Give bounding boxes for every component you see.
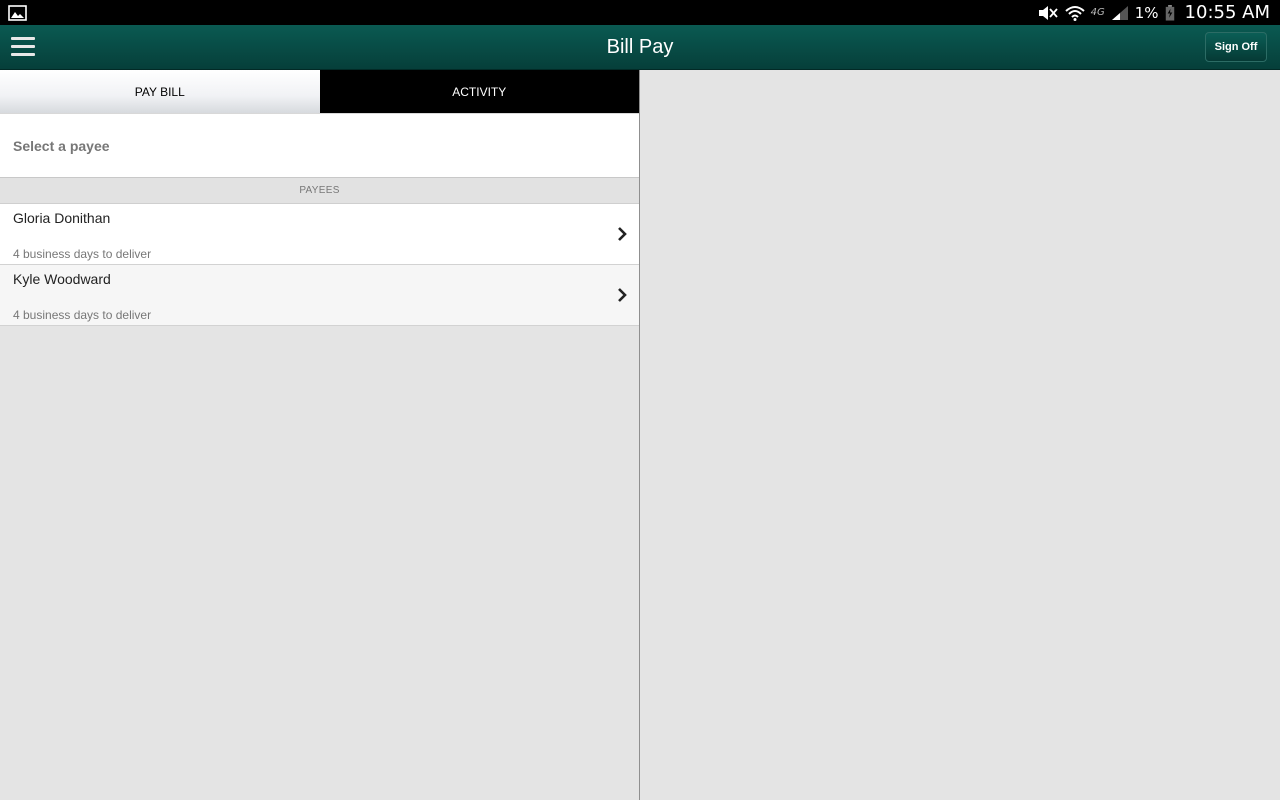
network-type-label: 4G (1090, 7, 1105, 18)
battery-icon (1165, 4, 1174, 21)
chevron-right-icon (618, 288, 627, 302)
clock: 10:55 AM (1184, 2, 1270, 23)
select-payee-label: Select a payee (13, 137, 110, 154)
detail-panel (641, 70, 1280, 800)
payee-name: Gloria Donithan (13, 210, 111, 226)
sign-off-button[interactable]: Sign Off (1205, 32, 1267, 62)
payees-section-header: PAYEES (0, 178, 639, 204)
chevron-right-icon (618, 227, 627, 241)
tab-pay-bill[interactable]: PAY BILL (0, 70, 320, 113)
tab-bar: PAY BILL ACTIVITY (0, 70, 639, 113)
hamburger-icon (11, 37, 35, 40)
signal-icon (1111, 5, 1128, 20)
payee-row-gloria-donithan[interactable]: Gloria Donithan 4 business days to deliv… (0, 204, 639, 265)
select-payee-row: Select a payee (0, 113, 639, 178)
menu-button[interactable] (11, 37, 35, 57)
app-bar: Bill Pay Sign Off (0, 25, 1280, 70)
mute-icon (1038, 5, 1058, 20)
payee-name: Kyle Woodward (13, 271, 111, 287)
tab-activity[interactable]: ACTIVITY (319, 70, 639, 113)
payee-delivery-time: 4 business days to deliver (13, 308, 152, 322)
gallery-icon (8, 5, 27, 21)
page-title: Bill Pay (606, 36, 674, 58)
status-bar: 4G 1% 10:55 AM (0, 0, 1280, 25)
payee-delivery-time: 4 business days to deliver (13, 247, 152, 261)
payee-row-kyle-woodward[interactable]: Kyle Woodward 4 business days to deliver (0, 265, 639, 326)
bill-pay-panel: PAY BILL ACTIVITY Select a payee PAYEES … (0, 70, 640, 800)
wifi-icon (1064, 5, 1085, 21)
battery-percent: 1% (1134, 3, 1159, 22)
